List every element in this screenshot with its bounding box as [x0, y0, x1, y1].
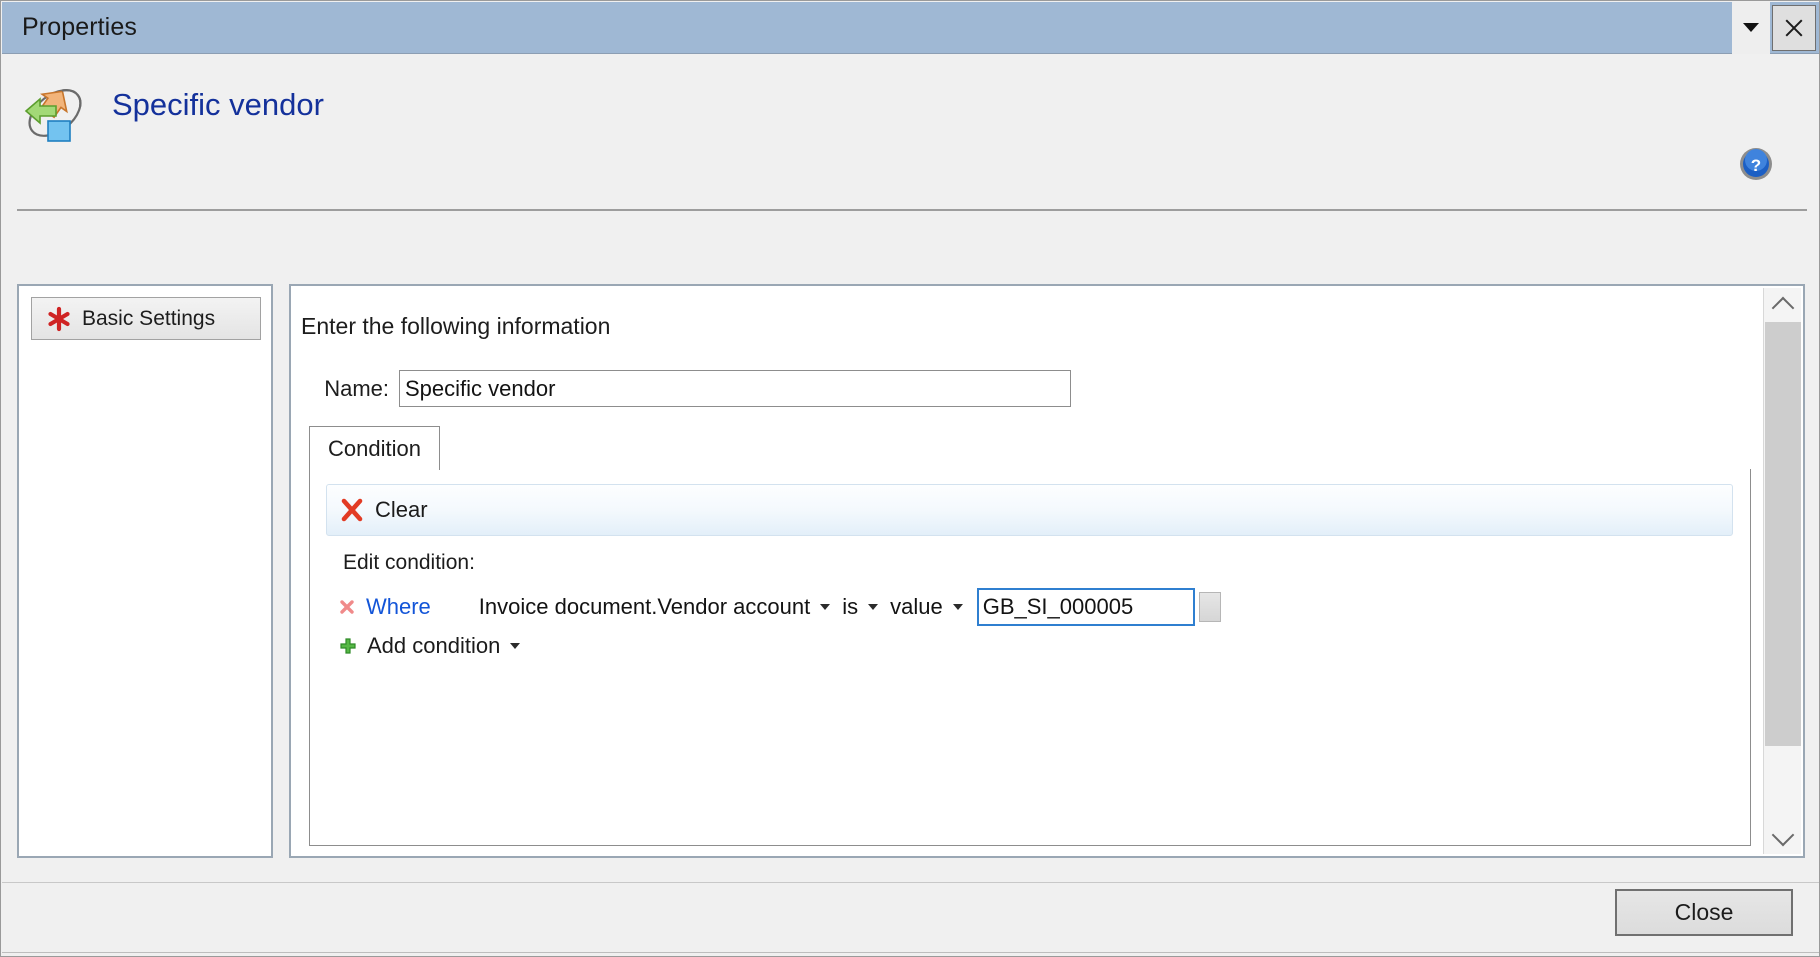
dialog-bottom-edge — [2, 952, 1819, 956]
condition-field-dropdown[interactable]: Invoice document.Vendor account — [479, 594, 842, 620]
settings-content-inner: Enter the following information Name: Co… — [301, 286, 1757, 856]
name-field-row: Name: — [301, 370, 1071, 407]
settings-nav-panel: Basic Settings — [17, 284, 273, 858]
edit-condition-label: Edit condition: — [343, 551, 475, 574]
lookup-button-icon[interactable] — [1198, 592, 1221, 622]
caret-down-icon — [820, 604, 831, 610]
sidebar-item-label: Basic Settings — [82, 306, 216, 330]
red-x-icon — [339, 497, 365, 523]
condition-field-value: Invoice document.Vendor account — [478, 594, 811, 619]
condition-operator-value: is — [842, 594, 859, 619]
where-link[interactable]: Where — [366, 594, 431, 620]
window-title: Properties — [22, 13, 137, 41]
name-label: Name: — [324, 375, 389, 401]
add-condition-label: Add condition — [367, 633, 501, 658]
vertical-scrollbar[interactable] — [1763, 288, 1801, 854]
condition-tab-panel: Clear Edit condition: Where Invoice docu… — [309, 469, 1751, 846]
condition-row: Where Invoice document.Vendor account is… — [338, 587, 1221, 627]
title-bar: Properties — [2, 1, 1819, 54]
close-button[interactable]: Close — [1615, 889, 1793, 936]
delete-condition-icon[interactable] — [338, 598, 356, 616]
chevron-down-icon — [1743, 23, 1759, 32]
dialog-header: Specific vendor ? — [2, 54, 1819, 214]
caret-down-icon — [868, 604, 879, 610]
red-asterisk-icon — [46, 306, 72, 332]
green-plus-icon — [338, 636, 358, 656]
scroll-down-button[interactable] — [1764, 820, 1801, 854]
tab-condition-label: Condition — [328, 435, 421, 461]
svg-text:?: ? — [1751, 156, 1761, 175]
caret-down-icon — [952, 604, 963, 610]
header-divider — [17, 209, 1807, 211]
close-icon — [1783, 17, 1805, 39]
name-input[interactable] — [399, 370, 1071, 407]
tab-strip: Condition — [309, 426, 1751, 470]
clear-button-label: Clear — [375, 497, 428, 522]
scrollbar-thumb[interactable] — [1765, 322, 1801, 746]
caret-down-icon — [510, 643, 521, 649]
condition-value-type-value: value — [890, 594, 943, 619]
condition-value-type-dropdown[interactable]: value — [890, 594, 975, 620]
condition-value-input[interactable] — [976, 588, 1195, 626]
add-condition-button[interactable]: Add condition — [338, 633, 532, 659]
clear-button[interactable]: Clear — [326, 484, 1733, 536]
help-question-icon[interactable]: ? — [1739, 147, 1773, 181]
page-title: Specific vendor — [112, 87, 324, 122]
properties-dialog: Properties Specific vendor ? Basic Setti… — [0, 0, 1820, 957]
intro-text: Enter the following information — [301, 313, 611, 339]
titlebar-dropdown-button[interactable] — [1732, 1, 1770, 54]
chevron-up-icon — [1771, 296, 1794, 319]
window-close-button[interactable] — [1772, 4, 1816, 51]
scroll-up-button[interactable] — [1764, 288, 1801, 322]
workflow-routing-icon — [22, 81, 88, 145]
settings-content-panel: Enter the following information Name: Co… — [289, 284, 1805, 858]
footer-divider — [2, 882, 1819, 883]
condition-operator-dropdown[interactable]: is — [842, 594, 890, 620]
chevron-down-icon — [1771, 823, 1794, 846]
sidebar-item-basic-settings[interactable]: Basic Settings — [31, 297, 261, 340]
tab-condition[interactable]: Condition — [309, 426, 440, 470]
